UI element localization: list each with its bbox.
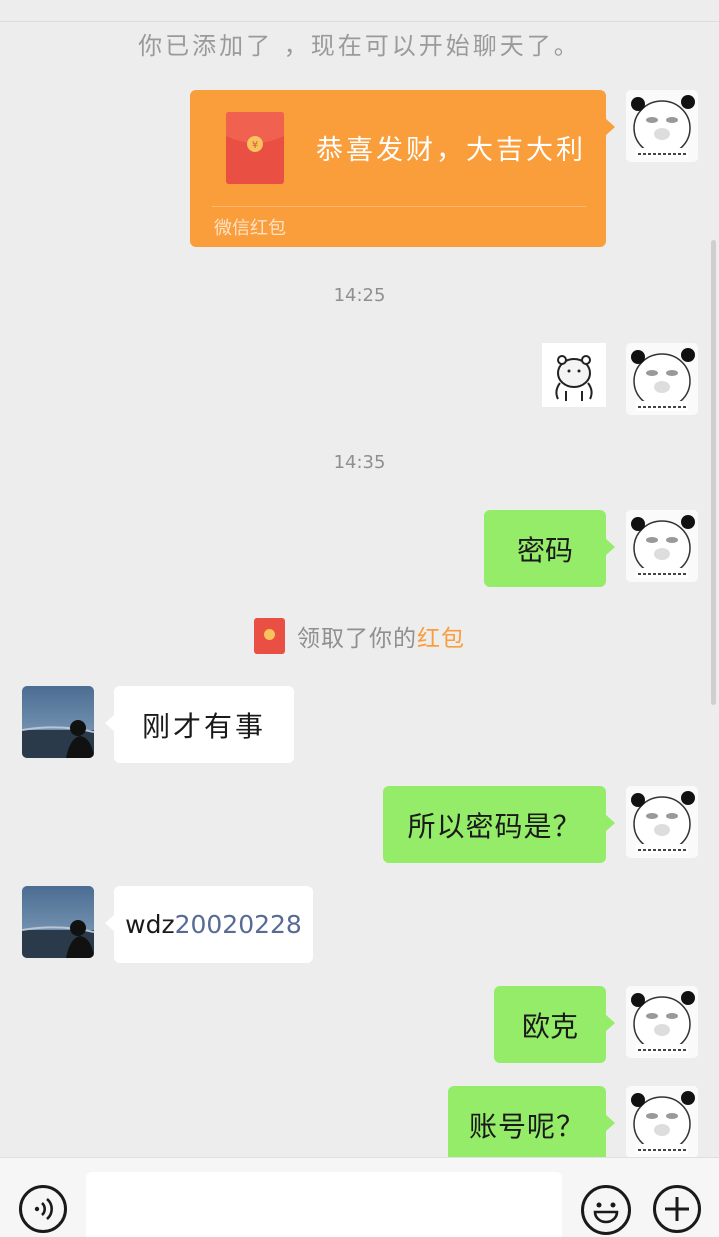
red-packet-icon (254, 618, 285, 654)
message-text: 欧克 (521, 1009, 578, 1043)
chat-bubble-sent[interactable]: 欧克 (494, 986, 615, 1063)
chat-bubble-received[interactable]: 刚才有事 (105, 686, 294, 763)
my-avatar[interactable] (626, 986, 698, 1058)
timestamp: 14:25 (333, 285, 386, 306)
chat-bubble-received[interactable]: wdz 20020228 (105, 886, 313, 963)
message-text-prefix: wdz (125, 910, 175, 939)
my-avatar[interactable] (626, 510, 698, 582)
my-avatar[interactable] (626, 1086, 698, 1158)
chat-bubble-sent[interactable]: 密码 (484, 510, 615, 587)
scrollbar[interactable] (711, 240, 716, 705)
contact-avatar[interactable] (22, 886, 94, 958)
svg-text:¥: ¥ (252, 140, 258, 151)
input-bar (0, 1157, 719, 1237)
message-text: 密码 (516, 533, 573, 567)
timestamp: 14:35 (333, 452, 386, 473)
more-button[interactable] (653, 1185, 701, 1233)
my-avatar[interactable] (626, 343, 698, 415)
my-avatar[interactable] (626, 786, 698, 858)
chat-bubble-sent[interactable]: 所以密码是？ (383, 786, 615, 863)
system-message-added: 你已添加了 ，现在可以开始聊天了。 (138, 32, 581, 60)
red-packet-received-notice: 领取了你的红包 (0, 618, 719, 654)
emoji-button[interactable] (581, 1185, 631, 1235)
phone-number-link[interactable]: 20020228 (175, 910, 302, 939)
red-packet-footer: 微信红包 (214, 218, 286, 239)
red-packet-link[interactable]: 红包 (417, 626, 465, 652)
top-divider (0, 21, 719, 22)
plus-icon (665, 1197, 689, 1221)
notice-text: 领取了你的 (297, 626, 417, 652)
my-avatar[interactable] (626, 90, 698, 162)
voice-button[interactable] (19, 1185, 67, 1233)
sticker-message[interactable] (542, 343, 606, 407)
voice-icon (34, 1198, 53, 1220)
red-packet-icon: ¥ (226, 112, 284, 184)
red-packet-divider (212, 206, 586, 207)
message-text: 账号呢？ (468, 1109, 585, 1143)
contact-avatar[interactable] (22, 686, 94, 758)
red-packet-title: 恭喜发财，大吉大利 (316, 135, 586, 166)
red-packet-message[interactable]: ¥ 恭喜发财，大吉大利 微信红包 (190, 90, 615, 247)
message-input[interactable] (86, 1172, 562, 1237)
message-text: 刚才有事 (141, 709, 266, 743)
emoji-icon (593, 1202, 619, 1224)
message-text: 所以密码是？ (407, 809, 582, 843)
chat-bubble-sent[interactable]: 账号呢？ (448, 1086, 615, 1163)
